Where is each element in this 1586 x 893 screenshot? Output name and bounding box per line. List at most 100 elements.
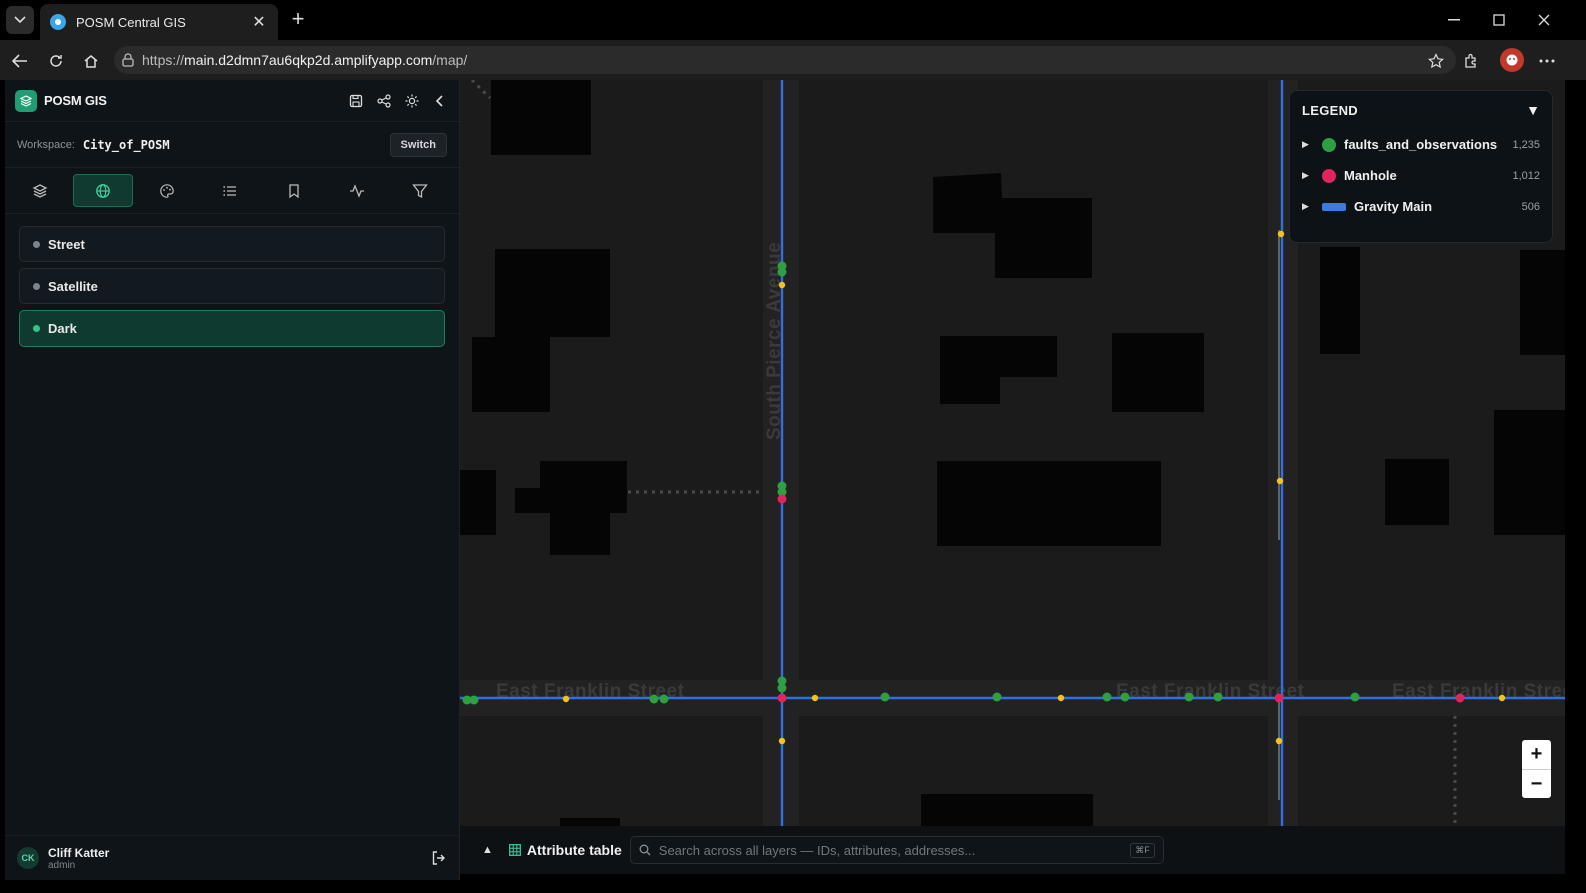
basemap-radio-dot — [33, 325, 40, 332]
save-icon[interactable] — [347, 92, 365, 110]
lock-icon — [122, 53, 134, 67]
expand-arrow-icon[interactable]: ▶ — [1302, 139, 1316, 150]
tab-bookmarks[interactable] — [264, 174, 324, 207]
avatar: CK — [17, 847, 39, 869]
fault-point — [880, 692, 890, 702]
manhole-point — [777, 494, 787, 504]
junction-node — [1498, 694, 1506, 702]
legend-collapse-icon[interactable]: ▼ — [1526, 102, 1540, 118]
basemap-label: Street — [48, 236, 85, 252]
building — [937, 461, 1161, 546]
minimize-icon[interactable] — [1444, 10, 1464, 30]
zoom-in-button[interactable]: + — [1522, 740, 1551, 769]
filter-icon — [412, 183, 429, 198]
browser-tab[interactable]: POSM Central GIS ✕ — [40, 4, 278, 40]
legend-title: LEGEND — [1302, 102, 1358, 118]
global-search: ⌘F — [629, 836, 1164, 864]
favicon-icon — [50, 14, 66, 30]
fault-point — [659, 694, 669, 704]
legend-swatch-line — [1322, 202, 1346, 211]
attribute-table-title[interactable]: Attribute table — [527, 842, 622, 858]
building — [933, 173, 1092, 278]
tab-layers[interactable] — [10, 174, 70, 207]
legend-panel: LEGEND ▼ ▶ faults_and_observations 1,235… — [1289, 90, 1553, 243]
tab-filter[interactable] — [391, 174, 451, 207]
building — [515, 461, 627, 555]
map-canvas[interactable]: South Pierce Avenue East Franklin Street… — [460, 80, 1565, 826]
building — [940, 336, 1057, 404]
building — [1520, 250, 1565, 355]
tab-basemaps[interactable] — [73, 174, 134, 207]
building — [1112, 333, 1204, 412]
legend-swatch-dot — [1322, 137, 1336, 152]
basemap-satellite[interactable]: Satellite — [19, 268, 445, 304]
logout-icon[interactable] — [430, 849, 448, 867]
junction-node — [1276, 477, 1284, 485]
url-text: https://main.d2dmn7au6qkp2d.amplifyapp.c… — [142, 52, 468, 68]
basemap-list: Street Satellite Dark — [5, 214, 459, 365]
search-input[interactable] — [658, 842, 1131, 858]
more-menu-icon[interactable] — [1536, 50, 1558, 72]
workspace-bar: Workspace: City_of_POSM Switch — [5, 122, 459, 168]
legend-item-count: 1,012 — [1512, 169, 1540, 182]
maximize-icon[interactable] — [1489, 10, 1509, 30]
building — [1494, 410, 1565, 535]
tab-title: POSM Central GIS — [76, 14, 186, 30]
home-icon[interactable] — [80, 50, 102, 72]
tab-close-icon[interactable]: ✕ — [250, 12, 268, 32]
path-footway — [470, 80, 492, 100]
app-name: POSM GIS — [44, 93, 107, 108]
expand-table-icon[interactable]: ▲ — [482, 844, 493, 856]
expand-arrow-icon[interactable]: ▶ — [1302, 170, 1316, 181]
switch-workspace-button[interactable]: Switch — [389, 132, 447, 157]
profile-avatar-icon[interactable] — [1500, 48, 1524, 72]
legend-item-faults[interactable]: ▶ faults_and_observations 1,235 — [1290, 129, 1552, 160]
basemap-street[interactable]: Street — [19, 226, 445, 262]
chevron-down-icon — [14, 16, 26, 24]
basemap-dark[interactable]: Dark — [19, 310, 445, 347]
share-icon[interactable] — [375, 92, 393, 110]
legend-item-manhole[interactable]: ▶ Manhole 1,012 — [1290, 160, 1552, 191]
fault-point — [777, 267, 787, 277]
building — [472, 249, 610, 412]
manhole-point — [1455, 693, 1465, 703]
list-icon — [223, 185, 237, 196]
junction-node — [778, 737, 786, 745]
workspace-label: Workspace: — [17, 138, 75, 151]
close-window-icon[interactable] — [1534, 10, 1554, 30]
manhole-point — [1274, 693, 1284, 703]
tab-activity[interactable] — [327, 174, 387, 207]
sidebar-toolbar — [5, 168, 459, 214]
junction-node — [811, 694, 819, 702]
address-bar: https://main.d2dmn7au6qkp2d.amplifyapp.c… — [0, 40, 1586, 80]
search-icon — [639, 844, 651, 856]
workspace-name: City_of_POSM — [82, 137, 170, 152]
extensions-icon[interactable] — [1460, 50, 1482, 72]
back-icon[interactable] — [9, 50, 31, 72]
legend-header[interactable]: LEGEND ▼ — [1290, 91, 1552, 129]
sidebar-header: POSM GIS — [5, 80, 459, 122]
tab-list[interactable] — [200, 174, 260, 207]
legend-item-count: 1,235 — [1512, 138, 1540, 151]
legend-item-count: 506 — [1521, 200, 1540, 213]
legend-item-gravity-main[interactable]: ▶ Gravity Main 506 — [1290, 191, 1552, 222]
junction-node — [562, 695, 570, 703]
zoom-out-button[interactable]: − — [1522, 770, 1551, 798]
tab-styles[interactable] — [137, 174, 197, 207]
tab-list-button[interactable] — [6, 6, 34, 34]
theme-sun-icon[interactable] — [403, 92, 421, 110]
building — [460, 470, 496, 535]
junction-node — [1057, 694, 1065, 702]
favorite-star-icon[interactable] — [1425, 50, 1447, 72]
collapse-chevron-left-icon[interactable] — [431, 92, 449, 110]
reload-icon[interactable] — [45, 50, 67, 72]
expand-arrow-icon[interactable]: ▶ — [1302, 201, 1316, 212]
url-field[interactable]: https://main.d2dmn7au6qkp2d.amplifyapp.c… — [114, 46, 1456, 74]
sidebar: POSM GIS Workspace: City_of_POSM Switch — [5, 80, 460, 880]
globe-icon — [96, 183, 111, 198]
zoom-control: + − — [1522, 740, 1551, 798]
new-tab-button[interactable]: + — [286, 8, 310, 32]
building — [560, 818, 620, 826]
basemap-radio-dot — [33, 240, 40, 248]
fault-point — [1213, 692, 1223, 702]
